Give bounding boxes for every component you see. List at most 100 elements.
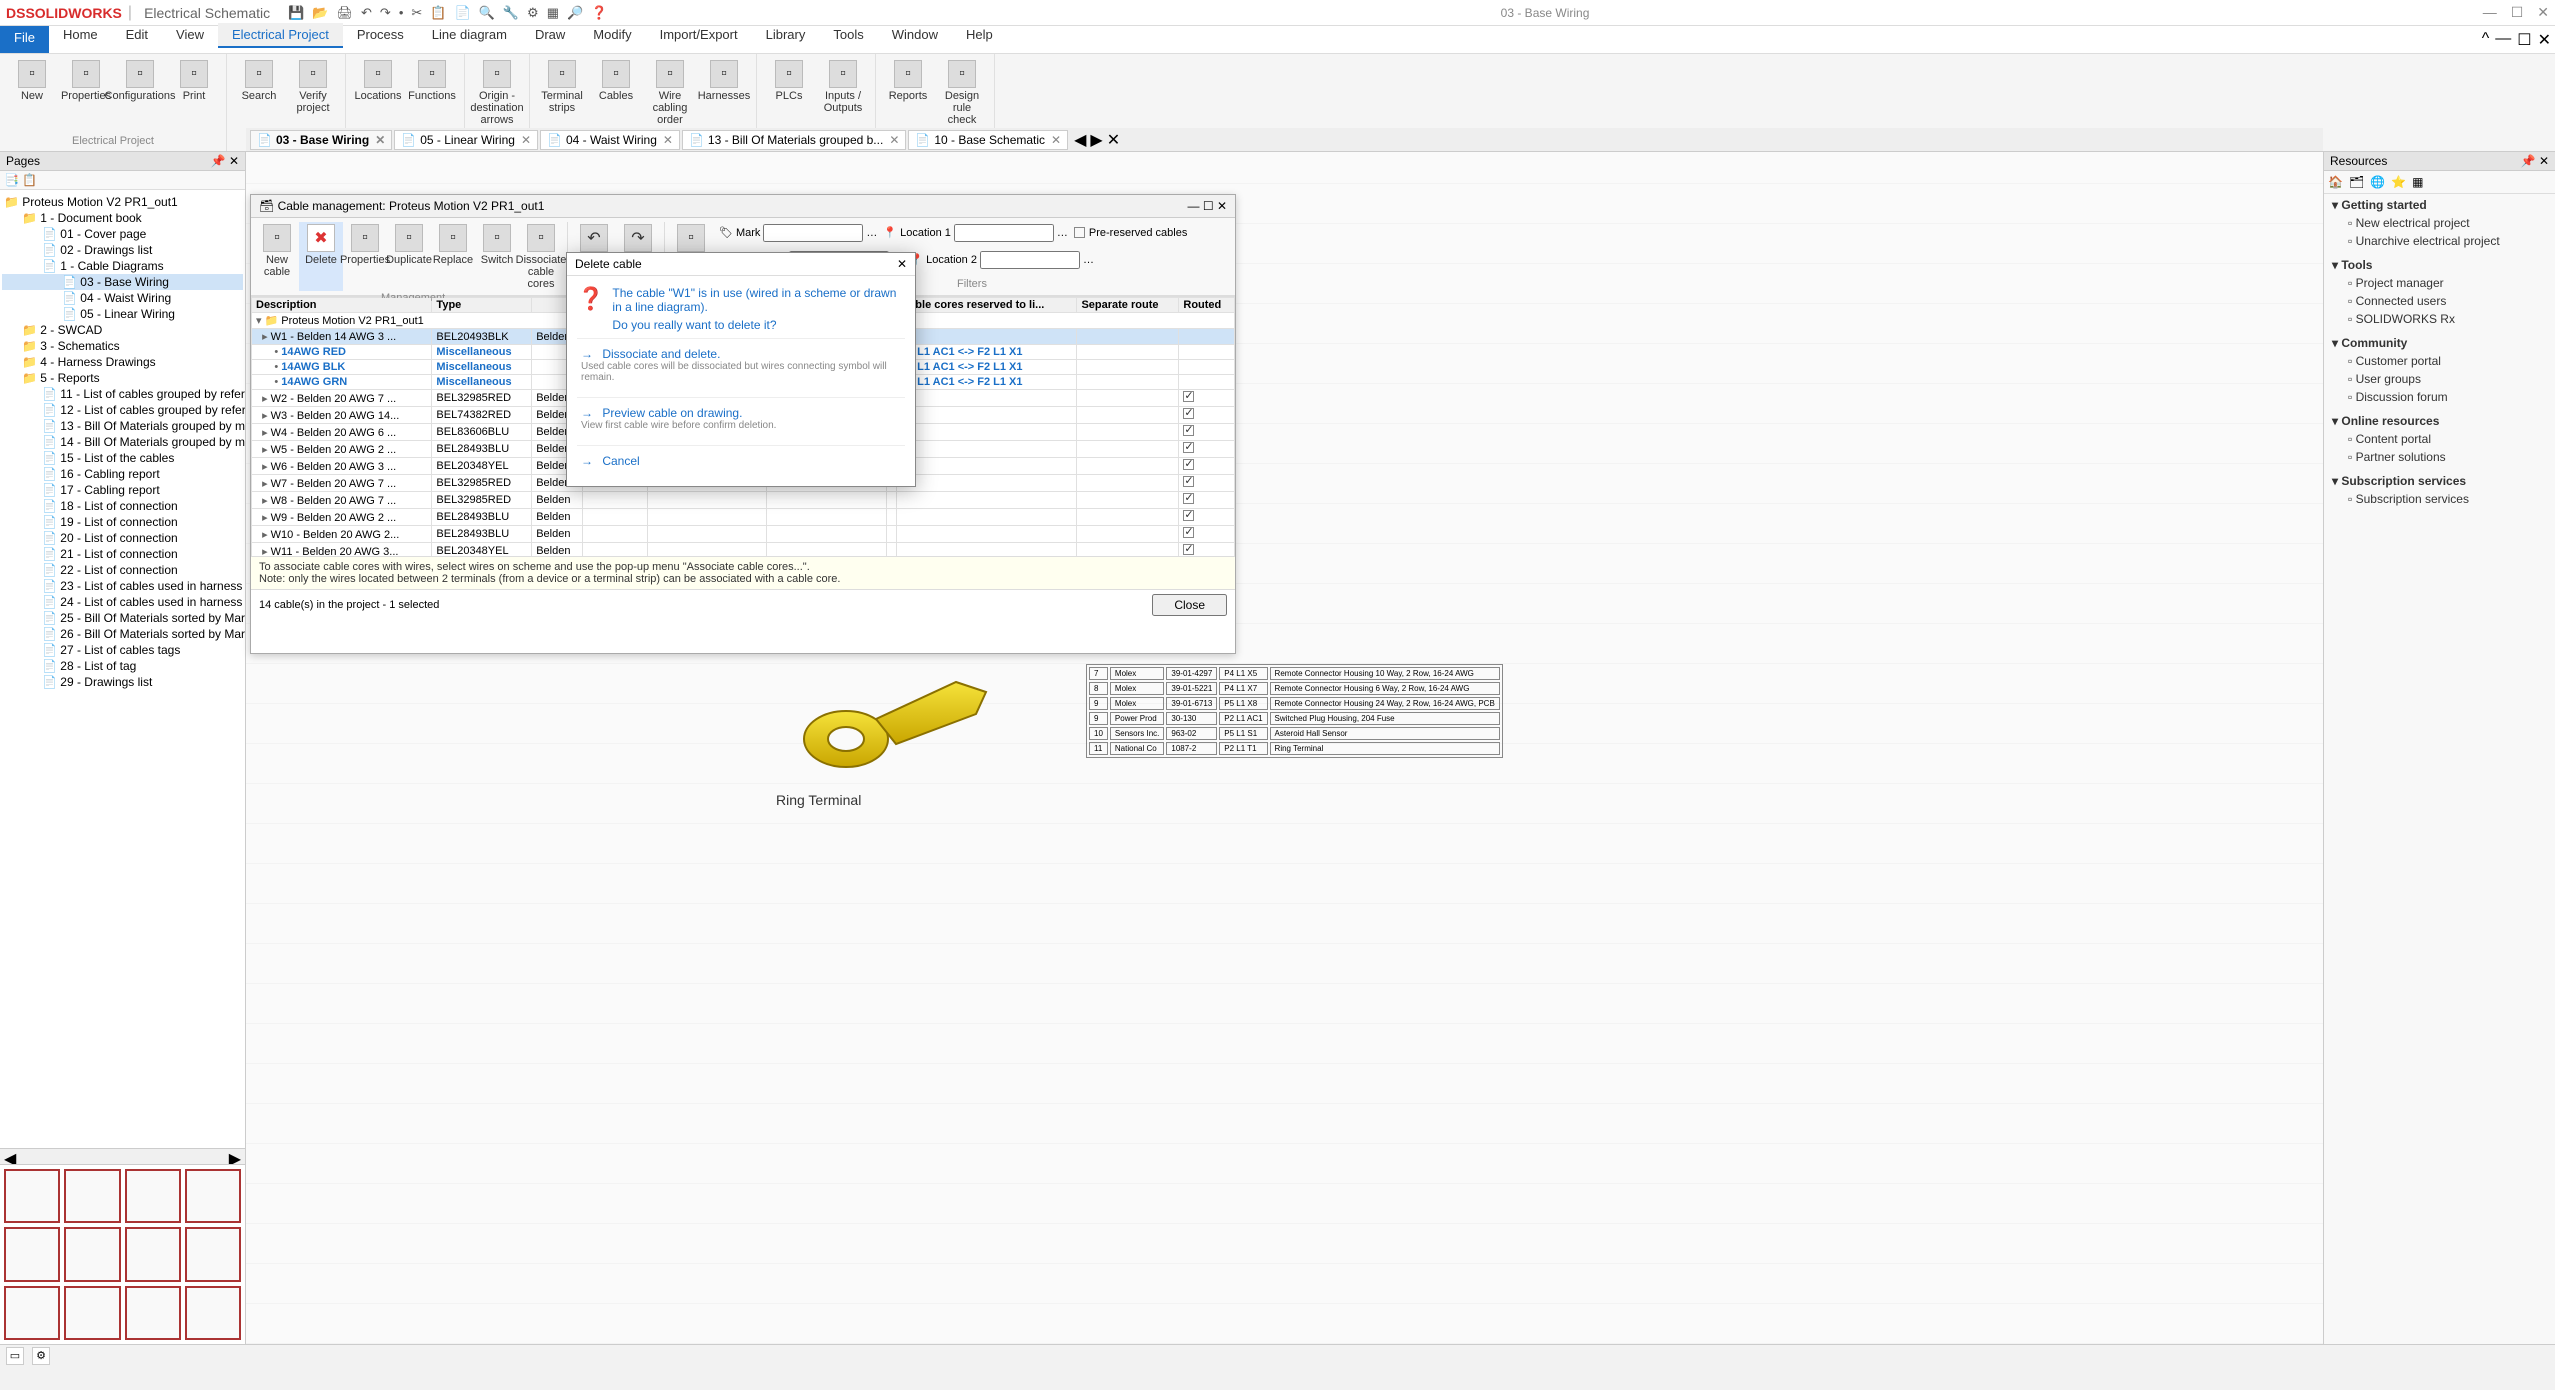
cm-close-icon[interactable]: ✕ [1217, 199, 1227, 213]
pages-list-icon[interactable]: 📋 [22, 173, 37, 187]
res-group-title[interactable]: ▾ Getting started [2332, 198, 2547, 212]
cm-row[interactable]: ▸W11 - Belden 20 AWG 3...BEL20348YELBeld… [252, 543, 1235, 557]
ribbon-harnesses-button[interactable]: ▫Harnesses [700, 58, 748, 126]
tree-node[interactable]: 📄 23 - List of cables used in harness [2, 578, 243, 594]
menu-tab-library[interactable]: Library [752, 23, 820, 46]
restore-icon[interactable]: ☐ [2517, 30, 2531, 49]
cm-properties-button[interactable]: ▫Properties [343, 222, 387, 291]
cm-col-header[interactable]: Description [252, 298, 432, 313]
doc-tabs-nav-icon[interactable]: ▶ [1090, 130, 1102, 150]
res-item[interactable]: ▫ Connected users [2332, 292, 2547, 310]
res-group-title[interactable]: ▾ Community [2332, 336, 2547, 350]
cm-row[interactable]: ▸W8 - Belden 20 AWG 7 ...BEL32985REDBeld… [252, 492, 1235, 509]
undo-icon[interactable]: ↶ [361, 5, 372, 21]
thumb[interactable] [185, 1169, 241, 1223]
ribbon-properties-button[interactable]: ▫Properties [62, 58, 110, 102]
modal-close-icon[interactable]: ✕ [897, 257, 907, 271]
menu-tab-process[interactable]: Process [343, 23, 418, 46]
cm-col-header[interactable]: Separate route [1077, 298, 1179, 313]
doc-tab[interactable]: 📄03 - Base Wiring✕ [250, 130, 392, 150]
ribbon-inputs-outputs-button[interactable]: ▫Inputs / Outputs [819, 58, 867, 114]
cm-mark-input[interactable] [763, 224, 863, 242]
tree-node[interactable]: 📄 29 - Drawings list [2, 674, 243, 690]
gear-icon[interactable]: ▦ [2412, 175, 2423, 189]
cm-close-button[interactable]: Close [1152, 594, 1227, 616]
paste-icon[interactable]: 📄 [454, 5, 470, 21]
ribbon-cables-button[interactable]: ▫Cables [592, 58, 640, 126]
tree-node[interactable]: 📁 1 - Document book [2, 210, 243, 226]
menu-tab-window[interactable]: Window [878, 23, 952, 46]
menu-tab-home[interactable]: Home [49, 23, 112, 46]
ribbon-configurations-button[interactable]: ▫Configurations [116, 58, 164, 102]
res-item[interactable]: ▫ Project manager [2332, 274, 2547, 292]
file-menu[interactable]: File [0, 26, 49, 53]
menu-tab-draw[interactable]: Draw [521, 23, 579, 46]
tree-node[interactable]: 📄 18 - List of connection [2, 498, 243, 514]
menu-tab-line-diagram[interactable]: Line diagram [418, 23, 521, 46]
ribbon-new-button[interactable]: ▫New [8, 58, 56, 102]
ribbon-wire-cabling-order-button[interactable]: ▫Wire cabling order [646, 58, 694, 126]
cm-delete-button[interactable]: ✖Delete [299, 222, 343, 291]
menu-tab-modify[interactable]: Modify [579, 23, 645, 46]
res-item[interactable]: ▫ Subscription services [2332, 490, 2547, 508]
tree-node[interactable]: 📄 24 - List of cables used in harness [2, 594, 243, 610]
options-button[interactable]: ⚙ [32, 1347, 50, 1365]
web-icon[interactable]: 🗂 [2349, 175, 2364, 189]
thumb[interactable] [125, 1227, 181, 1281]
tree-node[interactable]: 📄 13 - Bill Of Materials grouped by manu… [2, 418, 243, 434]
tree-node[interactable]: 📄 12 - List of cables grouped by referen… [2, 402, 243, 418]
minimize2-icon[interactable]: — [2495, 30, 2511, 49]
cm-col-header[interactable]: Cable cores reserved to li... [897, 298, 1077, 313]
tab-close-icon[interactable]: ✕ [1051, 133, 1061, 147]
star-icon[interactable]: ⭐ [2391, 175, 2406, 189]
doc-tab[interactable]: 📄04 - Waist Wiring✕ [540, 130, 680, 150]
copy-icon[interactable]: 📋 [430, 5, 446, 21]
tool3-icon[interactable]: ⚙ [527, 5, 539, 21]
ribbon-reports-button[interactable]: ▫Reports [884, 58, 932, 126]
cm-mark-browse-button[interactable]: … [866, 227, 877, 239]
tree-node[interactable]: 📄 15 - List of the cables [2, 450, 243, 466]
tree-node[interactable]: 📁 4 - Harness Drawings [2, 354, 243, 370]
thumb[interactable] [125, 1286, 181, 1340]
print-icon[interactable]: 🖨 [336, 5, 353, 21]
thumb[interactable] [185, 1227, 241, 1281]
res-item[interactable]: ▫ User groups [2332, 370, 2547, 388]
pages-close-icon[interactable]: ✕ [229, 154, 239, 168]
res-pin-icon[interactable]: 📌 [2521, 154, 2536, 168]
tree-node[interactable]: 📄 16 - Cabling report [2, 466, 243, 482]
selection-mode-button[interactable]: ▭ [6, 1347, 24, 1365]
tree-node[interactable]: 📄 14 - Bill Of Materials grouped by manu… [2, 434, 243, 450]
scroll-left-icon[interactable]: ◀ [0, 1149, 20, 1164]
tool2-icon[interactable]: 🔧 [503, 5, 519, 21]
doc-tabs-nav-icon[interactable]: ◀ [1074, 130, 1086, 150]
home-icon[interactable]: 🏠 [2328, 175, 2343, 189]
search-icon[interactable]: 🔎 [567, 5, 583, 21]
ribbon-print-button[interactable]: ▫Print [170, 58, 218, 102]
thumb[interactable] [64, 1169, 120, 1223]
res-group-title[interactable]: ▾ Online resources [2332, 414, 2547, 428]
page-thumbnails[interactable] [0, 1164, 245, 1344]
doc-tab[interactable]: 📄05 - Linear Wiring✕ [394, 130, 538, 150]
thumb[interactable] [4, 1227, 60, 1281]
maximize-icon[interactable]: ☐ [2511, 4, 2524, 21]
tree-node[interactable]: 📄 25 - Bill Of Materials sorted by Mark … [2, 610, 243, 626]
ribbon-functions-button[interactable]: ▫Functions [408, 58, 456, 102]
tab-close-icon[interactable]: ✕ [663, 133, 673, 147]
cm-loc2-browse-button[interactable]: … [1083, 254, 1094, 266]
ribbon-plcs-button[interactable]: ▫PLCs [765, 58, 813, 114]
scroll-right-icon[interactable]: ▶ [225, 1149, 245, 1164]
tree-node[interactable]: 📁 3 - Schematics [2, 338, 243, 354]
cm-row[interactable]: ▸W10 - Belden 20 AWG 2...BEL28493BLUBeld… [252, 526, 1235, 543]
thumb[interactable] [185, 1286, 241, 1340]
tree-root[interactable]: 📁 Proteus Motion V2 PR1_out1 [2, 194, 243, 210]
cm-col-header[interactable]: Routed [1179, 298, 1235, 313]
thumb[interactable] [64, 1286, 120, 1340]
tree-node[interactable]: 📄 05 - Linear Wiring [2, 306, 243, 322]
grid-icon[interactable]: ▦ [547, 5, 559, 21]
cm-maximize-icon[interactable]: ☐ [1203, 199, 1214, 213]
cm-col-header[interactable]: Type [432, 298, 532, 313]
doc-tab[interactable]: 📄13 - Bill Of Materials grouped b...✕ [682, 130, 906, 150]
res-group-title[interactable]: ▾ Subscription services [2332, 474, 2547, 488]
cm-minimize-icon[interactable]: — [1187, 199, 1199, 213]
thumb[interactable] [4, 1286, 60, 1340]
